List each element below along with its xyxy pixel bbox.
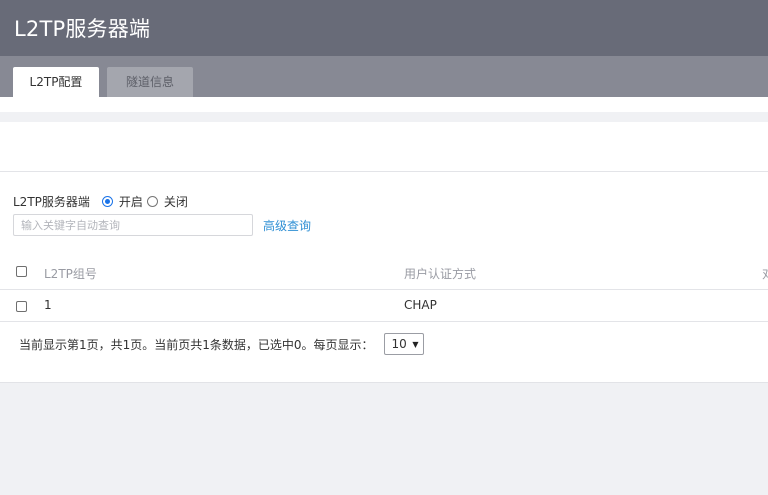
cell-auth-method: CHAP <box>404 298 437 312</box>
table-header-row: L2TP组号 用户认证方式 对 <box>0 256 768 290</box>
server-toggle-label: L2TP服务器端 <box>13 194 90 209</box>
pagination-bar: 当前显示第1页，共1页。当前页共1条数据，已选中0。每页显示： 10 ▼ <box>19 333 424 355</box>
tab-l2tp-config[interactable]: L2TP配置 <box>13 67 99 97</box>
config-panel: L2TP服务器端 开启 关闭 高级查询 L2TP组号 用户认证方式 对 1 CH… <box>0 122 768 383</box>
search-input[interactable] <box>13 214 253 236</box>
table-row[interactable]: 1 CHAP <box>0 290 768 322</box>
pagination-summary: 当前显示第1页，共1页。当前页共1条数据，已选中0。每页显示： <box>19 337 374 352</box>
select-all-checkbox[interactable] <box>16 266 27 277</box>
app-header: L2TP服务器端 <box>0 0 768 56</box>
radio-enable[interactable] <box>101 195 113 207</box>
column-header-auth[interactable]: 用户认证方式 <box>404 265 476 282</box>
content-top-strip <box>0 97 768 112</box>
advanced-search-link[interactable]: 高级查询 <box>263 217 311 234</box>
divider <box>0 171 768 172</box>
row-checkbox[interactable] <box>16 301 27 312</box>
radio-enable-label[interactable]: 开启 <box>119 193 143 210</box>
column-header-truncated[interactable]: 对 <box>762 265 768 282</box>
tab-tunnel-info[interactable]: 隧道信息 <box>107 67 193 97</box>
radio-disable-label[interactable]: 关闭 <box>164 193 188 210</box>
tab-bar: L2TP配置 隧道信息 <box>0 56 768 97</box>
server-toggle-row: L2TP服务器端 开启 关闭 <box>13 193 192 209</box>
page-title: L2TP服务器端 <box>14 17 151 41</box>
radio-disable[interactable] <box>146 195 158 207</box>
page-size-value: 10 <box>391 337 407 351</box>
page-size-select[interactable]: 10 ▼ <box>383 333 424 355</box>
column-header-group[interactable]: L2TP组号 <box>44 265 97 282</box>
chevron-down-icon: ▼ <box>412 339 419 349</box>
cell-group-number: 1 <box>44 298 52 312</box>
